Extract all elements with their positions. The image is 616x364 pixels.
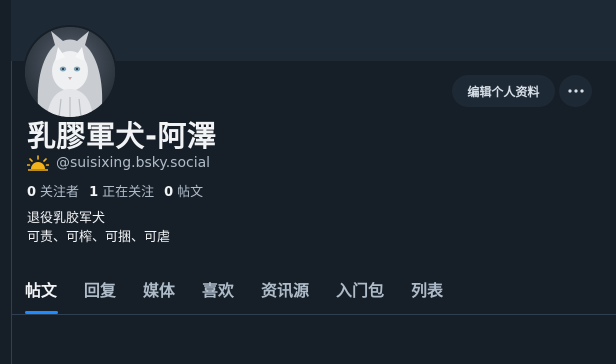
following-stat[interactable]: 1 正在关注 — [89, 181, 154, 200]
profile-bio: 退役乳胶军犬 可责、可榨、可捆、可虐 — [27, 209, 170, 247]
display-name: 乳膠軍犬-阿澤 — [27, 119, 217, 153]
tab-replies[interactable]: 回复 — [70, 270, 129, 308]
sun-icon — [27, 155, 49, 171]
posts-stat: 0 帖文 — [164, 181, 203, 200]
posts-label: 帖文 — [177, 184, 204, 200]
profile-handle[interactable]: @suisixing.bsky.social — [56, 155, 210, 171]
followers-label: 关注者 — [40, 184, 80, 200]
followers-count: 0 — [27, 184, 37, 200]
tab-likes[interactable]: 喜欢 — [188, 270, 247, 308]
tab-starter-packs[interactable]: 入门包 — [322, 270, 397, 308]
tabs-divider — [11, 314, 616, 315]
profile-stats: 0 关注者 1 正在关注 0 帖文 — [27, 180, 203, 200]
following-count: 1 — [89, 184, 99, 200]
posts-count: 0 — [164, 184, 174, 200]
tab-lists[interactable]: 列表 — [397, 270, 456, 308]
bio-line-1: 退役乳胶军犬 — [27, 211, 106, 226]
tab-posts[interactable]: 帖文 — [11, 270, 70, 314]
tab-media[interactable]: 媒体 — [129, 270, 188, 308]
bio-line-2: 可责、可榨、可捆、可虐 — [27, 230, 171, 245]
hooded-cat-avatar-icon — [25, 27, 115, 117]
handle-row: @suisixing.bsky.social — [27, 152, 210, 174]
more-options-button[interactable] — [559, 75, 592, 107]
more-horizontal-icon — [567, 89, 584, 93]
edit-profile-button[interactable]: 编辑个人资料 — [452, 75, 555, 107]
profile-tabs: 帖文 回复 媒体 喜欢 资讯源 入门包 列表 — [11, 270, 616, 315]
tab-feeds[interactable]: 资讯源 — [247, 270, 322, 308]
followers-stat[interactable]: 0 关注者 — [27, 181, 79, 200]
avatar[interactable] — [23, 25, 117, 119]
following-label: 正在关注 — [102, 184, 155, 200]
